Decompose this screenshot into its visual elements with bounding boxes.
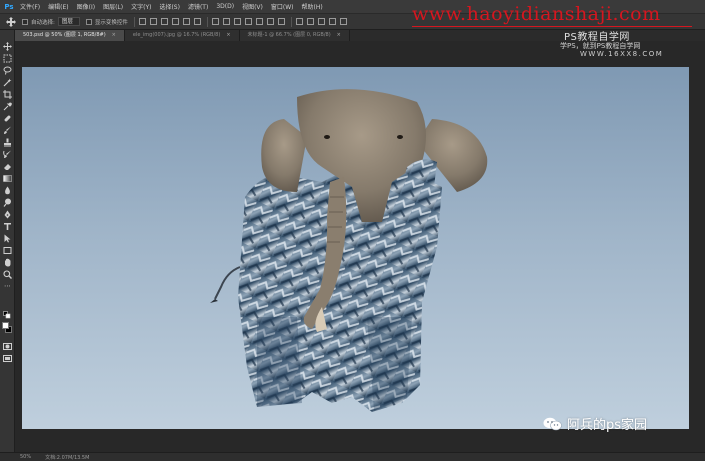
zoom-level[interactable]: 50% — [20, 454, 31, 460]
distribute-top-icon[interactable] — [211, 18, 219, 25]
document-info: 文档:2.07M/13.5M — [45, 454, 90, 461]
auto-select-dropdown[interactable]: 图层 — [57, 17, 80, 26]
auto-select-option[interactable]: 自动选择: 图层 — [22, 17, 80, 26]
close-icon[interactable]: × — [112, 32, 116, 38]
auto-select-label: 自动选择: — [31, 19, 55, 26]
close-icon[interactable]: × — [226, 32, 230, 38]
show-transform-label: 显示变换控件 — [94, 19, 128, 26]
align-top-icon[interactable] — [138, 18, 146, 25]
align-right-icon[interactable] — [193, 18, 201, 25]
wechat-icon — [543, 417, 562, 430]
options-divider — [206, 16, 208, 27]
menu-window[interactable]: 窗口(W) — [267, 2, 298, 11]
crop-icon[interactable] — [3, 90, 12, 99]
menu-file[interactable]: 文件(F) — [16, 2, 44, 11]
app-logo: Ps — [4, 2, 14, 11]
tab-document[interactable]: 未标题-1 @ 66.7% (图层 0, RGB/8) × — [239, 30, 350, 41]
menu-view[interactable]: 视图(V) — [238, 2, 267, 11]
menu-select[interactable]: 选择(S) — [155, 2, 184, 11]
move-tool-preset[interactable] — [6, 16, 16, 27]
history-brush-icon[interactable] — [3, 150, 12, 159]
photoshop-window: Ps 文件(F) 编辑(E) 图像(I) 图层(L) 文字(Y) 选择(S) 滤… — [0, 0, 705, 461]
show-transform-checkbox[interactable] — [85, 18, 92, 25]
zoom-icon[interactable] — [3, 270, 12, 279]
move-icon[interactable] — [3, 42, 12, 51]
distribute-vcenter-icon[interactable] — [222, 18, 230, 25]
3d-roll-icon[interactable] — [306, 18, 314, 25]
watermark-underline — [412, 26, 692, 27]
move-icon — [6, 16, 16, 27]
3d-slide-icon[interactable] — [328, 18, 336, 25]
align-hcenter-icon[interactable] — [182, 18, 190, 25]
distribute-right-icon[interactable] — [266, 18, 274, 25]
tab-document[interactable]: ele_img(007).jpg @ 16.7% (RGB/8) × — [124, 30, 240, 41]
tab-label: 未标题-1 @ 66.7% (图层 0, RGB/8) — [247, 32, 331, 38]
marquee-icon[interactable] — [3, 54, 12, 63]
tab-label: ele_img(007).jpg @ 16.7% (RGB/8) — [132, 32, 221, 38]
auto-select-checkbox[interactable] — [22, 18, 28, 25]
menu-help[interactable]: 帮助(H) — [298, 2, 327, 11]
watermark-url: www.haoyidianshaji.com — [412, 3, 661, 25]
close-icon[interactable]: × — [337, 32, 341, 38]
3d-orbit-icon[interactable] — [295, 18, 303, 25]
document-canvas[interactable] — [22, 67, 689, 429]
shape-icon[interactable] — [3, 246, 12, 255]
brush-icon[interactable] — [3, 126, 12, 135]
align-vcenter-icon[interactable] — [149, 18, 157, 25]
tab-label: 503.psd @ 50% (图层 1, RGB/8#) — [23, 32, 106, 38]
magic-wand-icon[interactable] — [3, 78, 12, 87]
watermark-wechat-label: 阿兵的ps家园 — [567, 418, 648, 433]
eraser-icon[interactable] — [3, 162, 12, 171]
more-tools-icon[interactable]: ⋯ — [3, 282, 12, 291]
healing-icon[interactable] — [3, 114, 12, 123]
align-bottom-icon[interactable] — [160, 18, 168, 25]
stamp-icon[interactable] — [3, 138, 12, 147]
elephant-mountain-image — [210, 89, 488, 412]
auto-align-icon[interactable] — [277, 18, 285, 25]
status-bar: 50% 文档:2.07M/13.5M — [0, 452, 705, 461]
3d-pan-icon[interactable] — [317, 18, 325, 25]
path-select-icon[interactable] — [3, 234, 12, 243]
hand-icon[interactable] — [3, 258, 12, 267]
eyedropper-icon[interactable] — [3, 102, 12, 111]
distribute-left-icon[interactable] — [244, 18, 252, 25]
type-icon[interactable] — [3, 222, 12, 231]
menu-image[interactable]: 图像(I) — [73, 2, 99, 11]
options-divider — [290, 16, 292, 27]
3d-scale-icon[interactable] — [339, 18, 347, 25]
screen-mode-icon[interactable] — [3, 354, 12, 363]
default-colors-icon[interactable] — [3, 311, 12, 320]
menu-edit[interactable]: 编辑(E) — [44, 2, 72, 11]
align-left-icon[interactable] — [171, 18, 179, 25]
lasso-icon[interactable] — [3, 66, 12, 75]
blur-icon[interactable] — [3, 186, 12, 195]
tab-document-active[interactable]: 503.psd @ 50% (图层 1, RGB/8#) × — [15, 30, 125, 41]
menu-layer[interactable]: 图层(L) — [99, 2, 127, 11]
pen-icon[interactable] — [3, 210, 12, 219]
dodge-icon[interactable] — [3, 198, 12, 207]
gradient-icon[interactable] — [3, 174, 12, 183]
foreground-color-swatch[interactable] — [2, 322, 9, 329]
menu-filter[interactable]: 滤镜(T) — [184, 2, 212, 11]
distribute-bottom-icon[interactable] — [233, 18, 241, 25]
distribute-hcenter-icon[interactable] — [255, 18, 263, 25]
quick-mask-icon[interactable] — [3, 342, 12, 351]
show-transform-option[interactable]: 显示变换控件 — [85, 18, 128, 26]
tools-panel: ⋯ — [0, 30, 15, 461]
watermark-wechat: 阿兵的ps家园 — [543, 414, 647, 433]
menu-type[interactable]: 文字(Y) — [127, 2, 155, 11]
watermark-domain: WWW.16XX8.COM — [580, 50, 664, 58]
options-divider — [133, 16, 135, 27]
menu-3d[interactable]: 3D(D) — [212, 3, 238, 10]
